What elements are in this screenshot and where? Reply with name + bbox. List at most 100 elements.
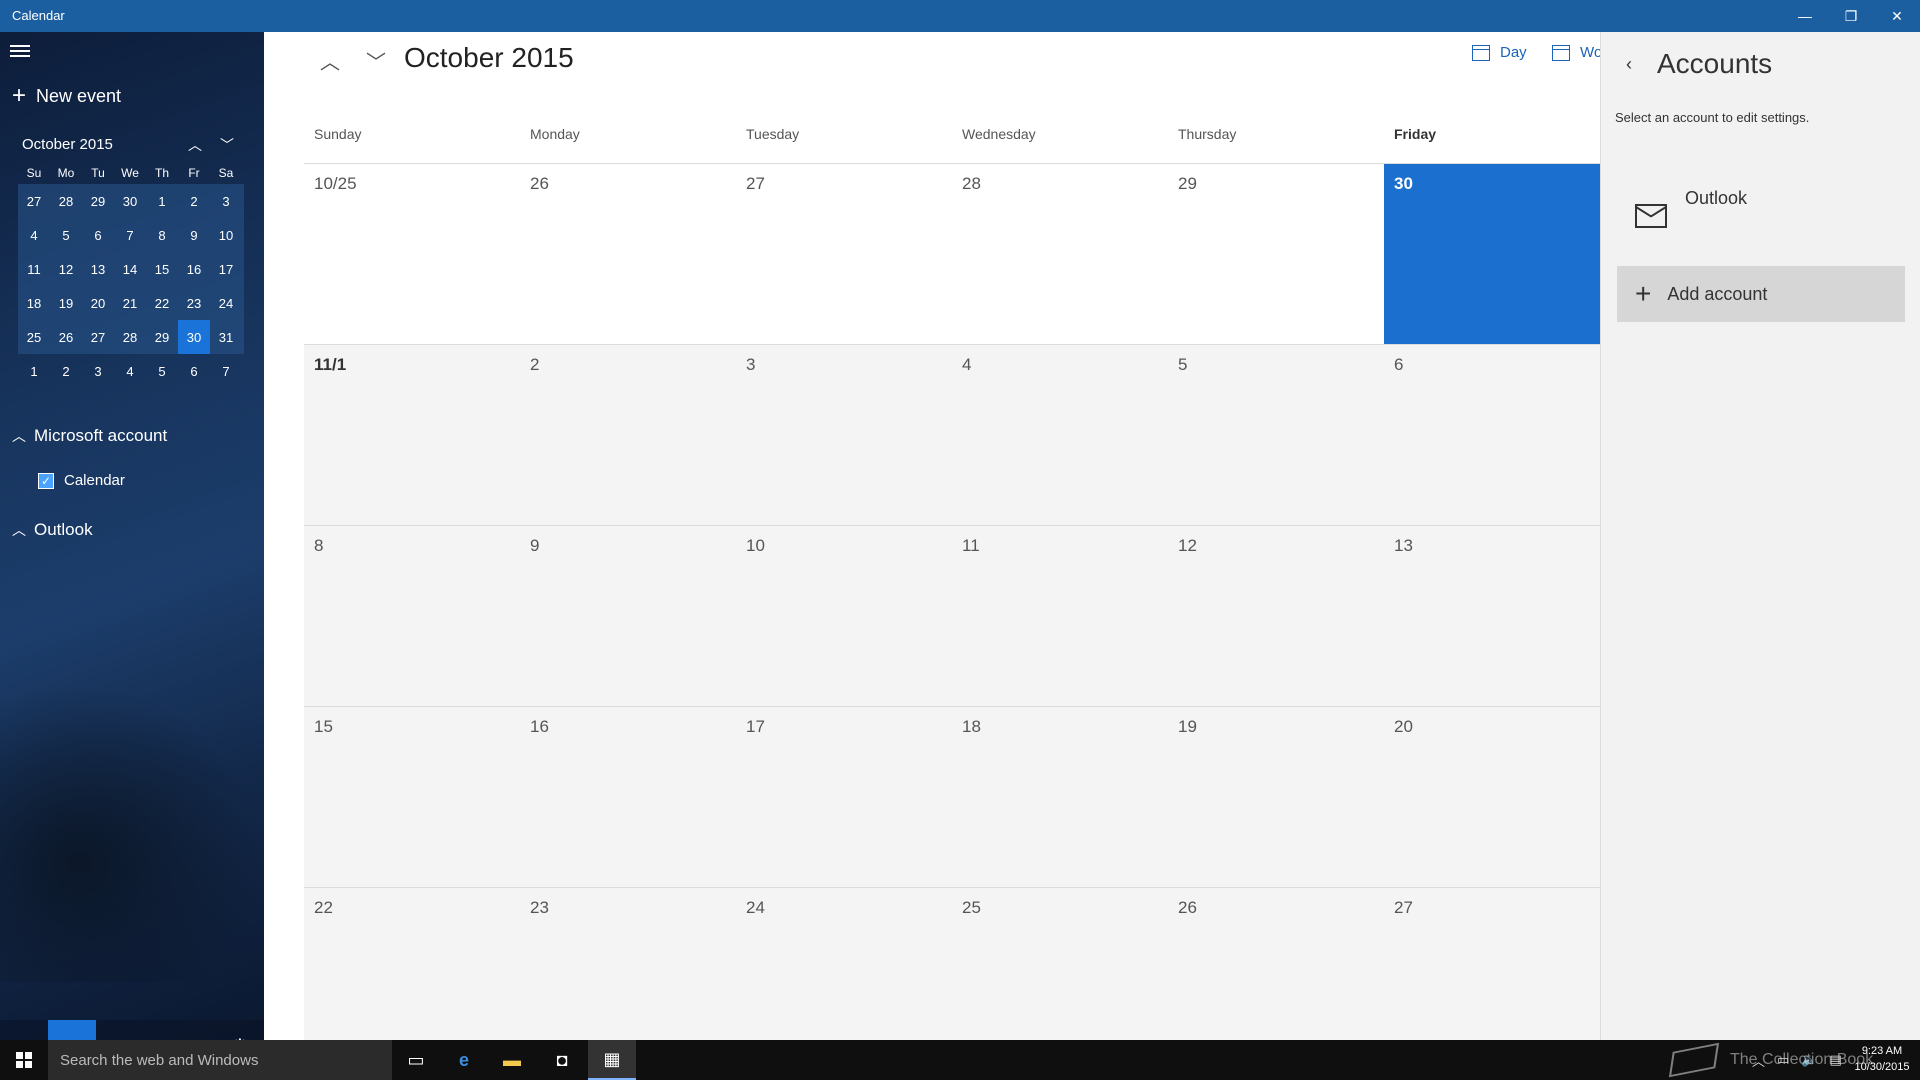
calendar-day-cell[interactable]: 20 xyxy=(1384,707,1600,887)
mini-calendar-day[interactable]: 8 xyxy=(146,218,178,252)
chevron-up-icon[interactable]: ︿ xyxy=(1752,1051,1765,1070)
mini-calendar-day[interactable]: 5 xyxy=(50,218,82,252)
add-account-button[interactable]: + Add account xyxy=(1617,266,1905,322)
mini-calendar-day[interactable]: 21 xyxy=(114,286,146,320)
mini-calendar-day[interactable]: 26 xyxy=(50,320,82,354)
mini-calendar-day[interactable]: 3 xyxy=(210,184,242,218)
mini-calendar-day[interactable]: 15 xyxy=(146,252,178,286)
mini-calendar-day[interactable]: 3 xyxy=(82,354,114,388)
calendar-day-cell[interactable]: 27 xyxy=(736,164,952,344)
mini-calendar-day[interactable]: 7 xyxy=(210,354,242,388)
mini-calendar-day[interactable]: 12 xyxy=(50,252,82,286)
calendar-checkbox-item[interactable]: ✓ Calendar xyxy=(38,472,125,489)
calendar-day-cell[interactable]: 5 xyxy=(1168,345,1384,525)
checkbox-checked-icon[interactable]: ✓ xyxy=(38,472,54,489)
calendar-day-cell[interactable]: 11 xyxy=(952,526,1168,706)
day-view-button[interactable]: Day xyxy=(1472,44,1527,61)
mini-calendar-day[interactable]: 1 xyxy=(146,184,178,218)
calendar-day-cell[interactable]: 12 xyxy=(1168,526,1384,706)
mini-calendar-day[interactable]: 28 xyxy=(114,320,146,354)
mini-calendar-day[interactable]: 1 xyxy=(18,354,50,388)
calendar-day-cell[interactable]: 19 xyxy=(1168,707,1384,887)
calendar-day-cell[interactable]: 26 xyxy=(520,164,736,344)
calendar-day-cell[interactable]: 4 xyxy=(952,345,1168,525)
mini-calendar-day[interactable]: 14 xyxy=(114,252,146,286)
back-arrow-icon[interactable]: ‹ xyxy=(1617,52,1641,76)
notifications-icon[interactable]: ▤ xyxy=(1830,1052,1842,1068)
mini-calendar-day[interactable]: 5 xyxy=(146,354,178,388)
mini-calendar-day[interactable]: 29 xyxy=(146,320,178,354)
smiley-icon[interactable]: ☺ xyxy=(168,1020,216,1041)
calendar-day-cell[interactable]: 3 xyxy=(736,345,952,525)
mini-calendar-day[interactable]: 20 xyxy=(82,286,114,320)
mini-calendar-day[interactable]: 29 xyxy=(82,184,114,218)
file-explorer-icon[interactable]: ▬ xyxy=(488,1040,536,1080)
calendar-day-cell[interactable]: 17 xyxy=(736,707,952,887)
mail-icon[interactable]: ✉ xyxy=(0,1020,48,1041)
taskbar-clock[interactable]: 9:23 AM 10/30/2015 xyxy=(1850,1043,1914,1075)
mini-calendar-day[interactable]: 2 xyxy=(50,354,82,388)
calendar-day-cell[interactable]: 13 xyxy=(1384,526,1600,706)
mini-calendar-day[interactable]: 25 xyxy=(18,320,50,354)
new-event-button[interactable]: + New event xyxy=(12,84,121,108)
calendar-day-cell[interactable]: 9 xyxy=(520,526,736,706)
calendar-day-cell[interactable]: 8 xyxy=(304,526,520,706)
mini-calendar-day[interactable]: 31 xyxy=(210,320,242,354)
mini-calendar-day[interactable]: 27 xyxy=(82,320,114,354)
mini-calendar-day[interactable]: 16 xyxy=(178,252,210,286)
workweek-view-button[interactable]: Wor xyxy=(1552,44,1607,61)
mini-calendar-day[interactable]: 6 xyxy=(82,218,114,252)
mini-calendar-month[interactable]: October 2015 xyxy=(22,136,113,153)
mini-calendar-day[interactable]: 23 xyxy=(178,286,210,320)
calendar-day-cell[interactable]: 28 xyxy=(952,164,1168,344)
mini-calendar-day[interactable]: 2 xyxy=(178,184,210,218)
edge-browser-icon[interactable]: e xyxy=(440,1040,488,1080)
start-button[interactable] xyxy=(0,1040,48,1080)
next-month-icon[interactable]: ﹀ xyxy=(358,42,394,78)
group-outlook[interactable]: ︿ Outlook xyxy=(12,520,93,540)
calendar-day-cell[interactable]: 29 xyxy=(1168,164,1384,344)
calendar-app-icon[interactable]: ▦ xyxy=(588,1040,636,1080)
mini-calendar-day[interactable]: 28 xyxy=(50,184,82,218)
mini-calendar-day[interactable]: 30 xyxy=(178,320,210,354)
group-microsoft-account[interactable]: ︿ Microsoft account xyxy=(12,426,167,446)
mini-calendar-day[interactable]: 13 xyxy=(82,252,114,286)
account-outlook[interactable]: Outlook xyxy=(1615,182,1905,252)
calendar-day-cell[interactable]: 10/25 xyxy=(304,164,520,344)
mini-calendar-day[interactable]: 9 xyxy=(178,218,210,252)
mini-calendar-day[interactable]: 27 xyxy=(18,184,50,218)
taskbar-search-input[interactable]: Search the web and Windows xyxy=(48,1040,392,1080)
mini-calendar-day[interactable]: 4 xyxy=(114,354,146,388)
calendar-day-cell[interactable]: 11/1 xyxy=(304,345,520,525)
maximize-button[interactable]: ❐ xyxy=(1828,0,1874,32)
calendar-day-cell[interactable]: 18 xyxy=(952,707,1168,887)
mini-calendar-day[interactable]: 19 xyxy=(50,286,82,320)
mini-calendar-prev-icon[interactable]: ︿ xyxy=(183,134,207,156)
mini-calendar-day[interactable]: 11 xyxy=(18,252,50,286)
calendar-day-cell[interactable]: 6 xyxy=(1384,345,1600,525)
minimize-button[interactable]: — xyxy=(1782,0,1828,32)
mini-calendar-day[interactable]: 24 xyxy=(210,286,242,320)
mini-calendar-day[interactable]: 10 xyxy=(210,218,242,252)
mini-calendar-day[interactable]: 22 xyxy=(146,286,178,320)
calendar-day-cell[interactable]: 2 xyxy=(520,345,736,525)
store-icon[interactable]: ◘ xyxy=(538,1040,586,1080)
gear-icon[interactable]: ⚙ xyxy=(216,1020,264,1041)
calendar-icon[interactable]: ▦ xyxy=(48,1020,96,1040)
calendar-day-cell[interactable]: 16 xyxy=(520,707,736,887)
mini-calendar-next-icon[interactable]: ﹀ xyxy=(215,134,239,156)
calendar-day-cell[interactable]: 30 xyxy=(1384,164,1600,344)
mini-calendar-day[interactable]: 4 xyxy=(18,218,50,252)
mini-calendar-day[interactable]: 17 xyxy=(210,252,242,286)
calendar-day-cell[interactable]: 10 xyxy=(736,526,952,706)
mini-calendar-day[interactable]: 6 xyxy=(178,354,210,388)
task-view-icon[interactable]: ▭ xyxy=(392,1040,440,1080)
mini-calendar-day[interactable]: 7 xyxy=(114,218,146,252)
network-icon[interactable]: ▭ xyxy=(1777,1052,1789,1068)
mini-calendar-day[interactable]: 30 xyxy=(114,184,146,218)
volume-icon[interactable]: 🔈 xyxy=(1801,1052,1817,1068)
calendar-day-cell[interactable]: 15 xyxy=(304,707,520,887)
previous-month-icon[interactable]: ︿ xyxy=(312,42,348,78)
hamburger-menu-icon[interactable] xyxy=(10,42,34,62)
mini-calendar-day[interactable]: 18 xyxy=(18,286,50,320)
